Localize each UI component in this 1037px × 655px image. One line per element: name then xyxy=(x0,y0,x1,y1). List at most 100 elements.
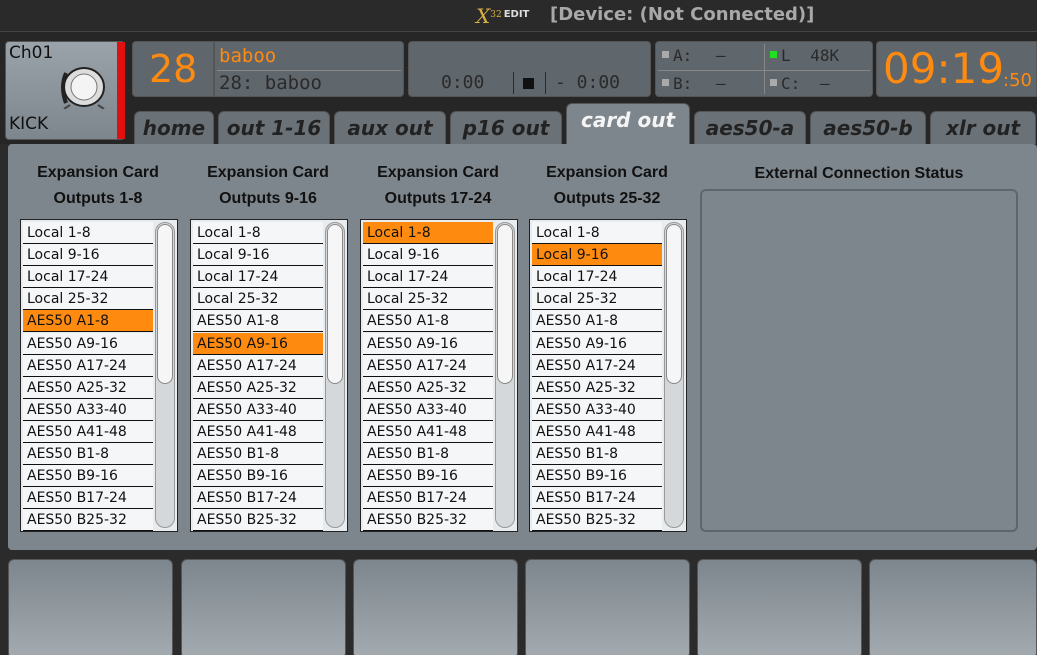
list-item[interactable]: AES50 B1-8 xyxy=(193,443,323,465)
channel-color-bar xyxy=(117,42,125,139)
list-item[interactable]: AES50 B25-32 xyxy=(363,509,493,531)
bus-a-indicator-icon xyxy=(662,51,669,58)
source-list-9-16[interactable]: AES50 B25-32 AES50 B17-24 AES50 B9-16 AES50… xyxy=(190,219,348,532)
tab-home[interactable]: home xyxy=(134,111,214,144)
list-item[interactable]: AES50 A9-16 xyxy=(532,332,662,355)
list-item[interactable]: AES50 A33-40 xyxy=(363,398,493,421)
list-item[interactable]: AES50 A1-8 xyxy=(193,310,323,333)
list-item[interactable]: AES50 A41-48 xyxy=(193,420,323,443)
list-item[interactable]: AES50 A33-40 xyxy=(23,398,153,421)
soft-button-2[interactable] xyxy=(181,559,346,655)
scene-number: 28 xyxy=(149,47,198,91)
tab-xlr-out[interactable]: xlr out xyxy=(930,111,1036,144)
soft-button-3[interactable] xyxy=(353,559,518,655)
list-item[interactable]: AES50 A1-8 xyxy=(23,310,153,333)
list-item[interactable]: AES50 A1-8 xyxy=(363,310,493,333)
list-item[interactable]: AES50 B17-24 xyxy=(363,487,493,510)
list-item[interactable]: Local 9-16 xyxy=(363,244,493,267)
list-item[interactable]: Local 9-16 xyxy=(532,244,662,267)
list-item[interactable]: Local 1-8 xyxy=(532,222,662,244)
source-list-25-32[interactable]: AES50 B25-32 AES50 B17-24 AES50 B9-16 AES50… xyxy=(529,219,687,532)
list-item[interactable]: AES50 A25-32 xyxy=(193,376,323,399)
list-item[interactable]: AES50 A17-24 xyxy=(363,354,493,377)
scrollbar[interactable] xyxy=(495,222,515,528)
list-item[interactable]: AES50 A25-32 xyxy=(23,376,153,399)
soft-button-5[interactable] xyxy=(697,559,862,655)
list-item[interactable]: AES50 B25-32 xyxy=(193,509,323,531)
list-item[interactable]: AES50 A41-48 xyxy=(532,420,662,443)
list-item[interactable]: Local 1-8 xyxy=(363,222,493,244)
list-item[interactable]: Local 1-8 xyxy=(193,222,323,244)
scrollbar[interactable] xyxy=(664,222,684,528)
list-item[interactable]: AES50 A33-40 xyxy=(193,398,323,421)
scrollbar-thumb[interactable] xyxy=(497,224,513,384)
list-item[interactable]: AES50 A9-16 xyxy=(193,332,323,355)
list-item[interactable]: AES50 B9-16 xyxy=(363,465,493,488)
list-item[interactable]: AES50 B9-16 xyxy=(23,465,153,488)
list-item[interactable]: AES50 A9-16 xyxy=(363,332,493,355)
transport-panel: 0:00 - 0:00 xyxy=(408,41,651,97)
soft-button-4[interactable] xyxy=(525,559,690,655)
list-item[interactable]: Local 25-32 xyxy=(23,288,153,311)
soft-button-6[interactable] xyxy=(869,559,1037,655)
scrollbar-thumb[interactable] xyxy=(157,224,173,384)
list-item[interactable]: Local 17-24 xyxy=(23,266,153,289)
source-list-1-8[interactable]: AES50 B25-32 AES50 B17-24 AES50 B9-16 AES50… xyxy=(20,219,178,532)
device-status: [Device: (Not Connected)] xyxy=(550,4,815,25)
column-header-9-16: Expansion Card Outputs 9-16 xyxy=(207,164,329,207)
list-item[interactable]: AES50 A33-40 xyxy=(532,398,662,421)
list-item[interactable]: AES50 A17-24 xyxy=(23,354,153,377)
tab-p16-out[interactable]: p16 out xyxy=(450,111,562,144)
scene-name-box[interactable]: baboo 28: baboo xyxy=(214,41,404,97)
list-item[interactable]: AES50 A17-24 xyxy=(193,354,323,377)
list-item[interactable]: AES50 A25-32 xyxy=(363,376,493,399)
list-item[interactable]: AES50 B25-32 xyxy=(23,509,153,531)
list-item[interactable]: Local 9-16 xyxy=(193,244,323,267)
list-item[interactable]: AES50 B1-8 xyxy=(363,443,493,465)
scene-number-box[interactable]: 28 xyxy=(132,41,214,97)
list-item[interactable]: Local 17-24 xyxy=(363,266,493,289)
clock-seconds: :50 xyxy=(1003,70,1032,91)
list-item[interactable]: AES50 A17-24 xyxy=(532,354,662,377)
list-item[interactable]: AES50 B1-8 xyxy=(532,443,662,465)
list-item[interactable]: AES50 B25-32 xyxy=(532,509,662,531)
list-item[interactable]: AES50 A9-16 xyxy=(23,332,153,355)
card-out-panel: Expansion Card Outputs 1-8 Expansion Card… xyxy=(8,144,1037,550)
soft-button-1[interactable] xyxy=(8,559,173,655)
scene-subtitle: 28: baboo xyxy=(219,72,322,94)
scrollbar[interactable] xyxy=(325,222,345,528)
list-item[interactable]: AES50 B17-24 xyxy=(193,487,323,510)
stop-icon[interactable] xyxy=(523,78,534,89)
list-item[interactable]: AES50 A41-48 xyxy=(23,420,153,443)
list-item[interactable]: Local 25-32 xyxy=(363,288,493,311)
list-item[interactable]: Local 17-24 xyxy=(532,266,662,289)
list-item[interactable]: AES50 A1-8 xyxy=(532,310,662,333)
title-bar: X32 EDIT [Device: (Not Connected)] xyxy=(0,0,1037,32)
list-item[interactable]: AES50 B9-16 xyxy=(532,465,662,488)
tab-aes50-b[interactable]: aes50-b xyxy=(810,111,926,144)
list-item[interactable]: AES50 B17-24 xyxy=(23,487,153,510)
tab-aes50-a[interactable]: aes50-a xyxy=(694,111,806,144)
tab-card-out[interactable]: card out xyxy=(566,103,690,145)
list-item[interactable]: AES50 B9-16 xyxy=(193,465,323,488)
list-item[interactable]: AES50 A25-32 xyxy=(532,376,662,399)
column-header-1-8: Expansion Card Outputs 1-8 xyxy=(37,164,159,207)
tab-aux-out[interactable]: aux out xyxy=(334,111,446,144)
list-item[interactable]: AES50 B1-8 xyxy=(23,443,153,465)
scrollbar[interactable] xyxy=(155,222,175,528)
list-item[interactable]: Local 1-8 xyxy=(23,222,153,244)
list-item[interactable]: Local 9-16 xyxy=(23,244,153,267)
list-item[interactable]: AES50 B17-24 xyxy=(532,487,662,510)
divider xyxy=(658,70,870,71)
bus-b-indicator-icon xyxy=(662,79,669,86)
tab-out-1-16[interactable]: out 1-16 xyxy=(218,111,330,144)
channel-selector[interactable]: Ch01 KICK xyxy=(5,41,125,140)
clock-display: 09:19 :50 xyxy=(876,41,1037,97)
scrollbar-thumb[interactable] xyxy=(666,224,682,384)
list-item[interactable]: AES50 A41-48 xyxy=(363,420,493,443)
source-list-17-24[interactable]: AES50 B25-32 AES50 B17-24 AES50 B9-16 AES50… xyxy=(360,219,518,532)
list-item[interactable]: Local 25-32 xyxy=(193,288,323,311)
scrollbar-thumb[interactable] xyxy=(327,224,343,384)
list-item[interactable]: Local 25-32 xyxy=(532,288,662,311)
list-item[interactable]: Local 17-24 xyxy=(193,266,323,289)
